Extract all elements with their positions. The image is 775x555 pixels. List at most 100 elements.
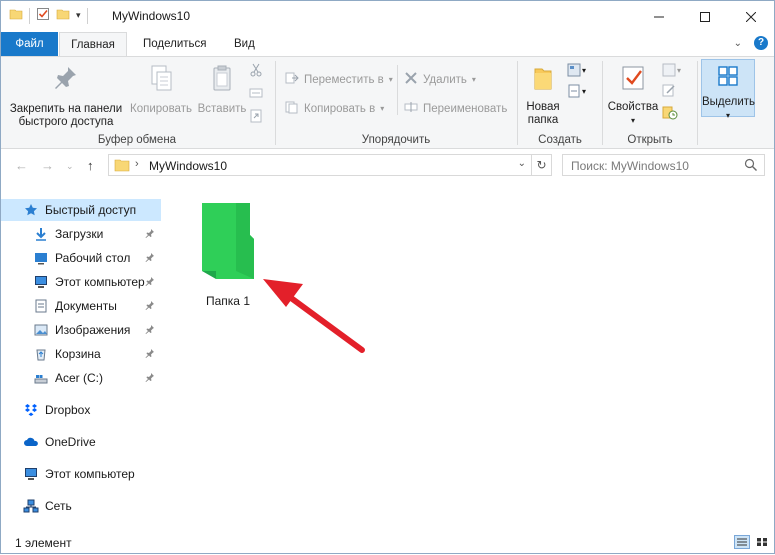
collapse-ribbon-icon[interactable]: ⌄ xyxy=(734,38,742,49)
open-icon[interactable]: ▾ xyxy=(662,63,681,77)
paste-label: Вставить xyxy=(197,103,247,115)
copy-to-icon xyxy=(285,100,299,117)
maximize-button[interactable] xyxy=(682,1,728,32)
new-folder-label-line1: Новая xyxy=(526,101,560,113)
help-icon[interactable]: ? xyxy=(754,36,768,50)
nav-label: Быстрый доступ xyxy=(45,203,137,217)
group-divider xyxy=(602,61,603,145)
details-view-icon[interactable] xyxy=(734,535,750,549)
pictures-icon xyxy=(33,322,49,338)
new-folder-icon[interactable] xyxy=(56,7,70,24)
drive-icon xyxy=(33,370,49,386)
clipboard-icon xyxy=(195,63,249,99)
folder-item[interactable]: Папка 1 xyxy=(193,199,263,308)
rename-icon xyxy=(404,100,418,117)
ribbon-right-controls: ⌄ ? xyxy=(734,36,768,50)
forward-arrow-icon[interactable]: → xyxy=(41,158,54,173)
pin-icon[interactable] xyxy=(145,227,155,241)
minimize-button[interactable] xyxy=(636,1,682,32)
qat-separator xyxy=(29,7,30,24)
nav-item-network[interactable]: Сеть xyxy=(1,495,161,517)
select-button[interactable]: Выделить ▾ xyxy=(701,59,755,120)
pin-icon[interactable] xyxy=(145,275,155,289)
rename-button[interactable]: Переименовать xyxy=(404,100,507,117)
nav-item-quick-access[interactable]: Быстрый доступ xyxy=(1,199,161,221)
tab-home[interactable]: Главная xyxy=(59,32,127,57)
back-arrow-icon[interactable]: ← xyxy=(15,158,28,173)
open-small-buttons: ▾ xyxy=(662,63,681,123)
nav-item-pictures[interactable]: Изображения xyxy=(1,319,161,341)
delete-label: Удалить xyxy=(423,73,467,86)
delete-button[interactable]: Удалить ▾ xyxy=(404,71,476,88)
pin-icon[interactable] xyxy=(145,347,155,361)
nav-item-drive-c[interactable]: Acer (C:) xyxy=(1,367,161,389)
paste-shortcut-icon[interactable] xyxy=(249,109,263,126)
nav-item-recycle-bin[interactable]: Корзина xyxy=(1,343,161,365)
pin-icon[interactable] xyxy=(145,299,155,313)
pin-icon[interactable] xyxy=(145,251,155,265)
tab-share[interactable]: Поделиться xyxy=(131,32,219,56)
up-arrow-icon[interactable]: ↑ xyxy=(87,158,94,173)
cut-icon[interactable] xyxy=(249,63,263,80)
tab-file[interactable]: Файл xyxy=(1,32,58,56)
nav-item-onedrive[interactable]: OneDrive xyxy=(1,431,161,453)
navigation-pane: Быстрый доступ Загрузки Рабочий стол Это… xyxy=(1,193,161,528)
pin-icon[interactable] xyxy=(145,371,155,385)
new-group: Новая папка ▾ ▾ Создать xyxy=(519,57,601,149)
new-item-icon[interactable]: ▾ xyxy=(567,63,586,77)
status-bar: 1 элемент xyxy=(1,531,774,553)
onedrive-icon xyxy=(23,434,39,450)
new-folder-button[interactable]: Новая папка xyxy=(521,63,565,127)
computer-icon xyxy=(33,274,49,290)
new-folder-icon xyxy=(521,63,565,97)
chevron-down-icon[interactable]: ⌄ xyxy=(518,158,526,169)
folder-icon xyxy=(202,203,254,279)
rename-label: Переименовать xyxy=(423,102,508,115)
address-bar[interactable]: › MyWindows10 ⌄ xyxy=(108,154,532,176)
organize-divider xyxy=(397,65,398,115)
nav-item-dropbox[interactable]: Dropbox xyxy=(1,399,161,421)
title-bar: ▾ MyWindows10 xyxy=(1,1,774,32)
download-icon xyxy=(33,226,49,242)
pin-quick-access-button[interactable]: Закрепить на панели быстрого доступа xyxy=(7,63,125,129)
easy-access-icon[interactable]: ▾ xyxy=(567,84,586,98)
edit-icon[interactable] xyxy=(662,83,681,100)
nav-item-desktop[interactable]: Рабочий стол xyxy=(1,247,161,269)
close-button[interactable] xyxy=(728,1,774,32)
large-icons-view-icon[interactable] xyxy=(754,535,770,549)
breadcrumb-chevron-icon[interactable]: › xyxy=(135,158,139,170)
move-to-button[interactable]: Переместить в ▾ xyxy=(285,71,393,88)
tab-view[interactable]: Вид xyxy=(222,32,267,56)
nav-item-this-pc[interactable]: Этот компьютер xyxy=(1,271,161,293)
recent-locations-icon[interactable]: ⌄ xyxy=(66,161,74,172)
copy-button[interactable]: Копировать xyxy=(127,63,195,116)
copy-path-icon[interactable] xyxy=(249,86,263,103)
star-icon xyxy=(23,202,39,218)
paste-button[interactable]: Вставить xyxy=(195,63,249,116)
organize-group: Переместить в ▾ Копировать в ▾ Удалить ▾… xyxy=(277,57,515,149)
address-path: MyWindows10 xyxy=(149,159,228,173)
qat-separator xyxy=(86,7,88,24)
nav-item-this-pc-root[interactable]: Этот компьютер xyxy=(1,463,161,485)
customize-qat-icon[interactable]: ▾ xyxy=(76,10,81,21)
history-icon[interactable] xyxy=(662,106,681,123)
folder-label: Папка 1 xyxy=(206,294,250,308)
nav-label: Этот компьютер xyxy=(45,467,135,481)
nav-item-documents[interactable]: Документы xyxy=(1,295,161,317)
properties-icon[interactable] xyxy=(36,7,50,24)
nav-label: Dropbox xyxy=(45,403,91,417)
view-switcher xyxy=(734,535,770,549)
group-divider xyxy=(275,61,276,145)
clipboard-group-label: Буфер обмена xyxy=(97,134,177,146)
group-divider xyxy=(517,61,518,145)
properties-label: Свойства xyxy=(607,101,659,113)
nav-item-downloads[interactable]: Загрузки xyxy=(1,223,161,245)
nav-label: Acer (C:) xyxy=(55,371,103,385)
search-input[interactable]: Поиск: MyWindows10 xyxy=(562,154,765,176)
pin-icon[interactable] xyxy=(145,323,155,337)
new-group-label: Создать xyxy=(538,134,582,146)
refresh-button[interactable]: ↻ xyxy=(532,154,552,176)
nav-label: OneDrive xyxy=(45,435,96,449)
copy-to-button[interactable]: Копировать в ▾ xyxy=(285,100,384,117)
properties-button[interactable]: Свойства ▾ xyxy=(606,63,660,127)
